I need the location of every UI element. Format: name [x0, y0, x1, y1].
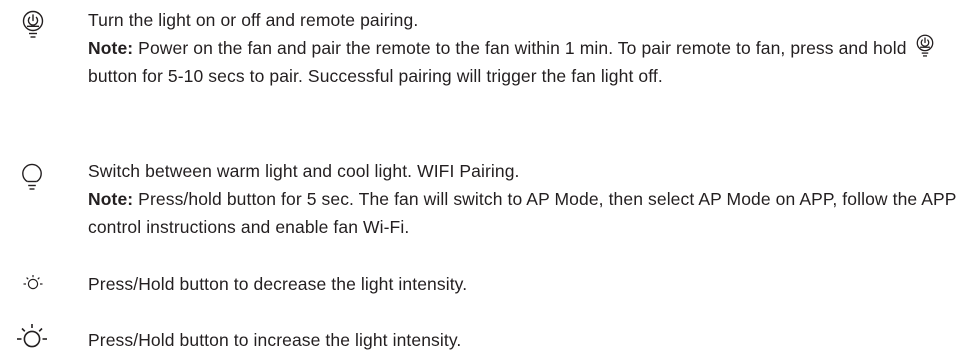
- instruction-text: Press/Hold button to decrease the light …: [88, 270, 963, 298]
- instruction-title: Press/Hold button to increase the light …: [88, 330, 462, 350]
- power-bulb-icon: [916, 34, 933, 57]
- instruction-text: Switch between warm light and cool light…: [88, 157, 963, 241]
- instruction-title: Turn the light on or off and remote pair…: [88, 10, 419, 30]
- power-bulb-icon: [22, 10, 44, 38]
- note-text: Power on the fan and pair the remote to …: [133, 38, 907, 58]
- instruction-text: Press/Hold button to increase the light …: [88, 326, 963, 354]
- instruction-note: Note: Press/hold button for 5 sec. The f…: [88, 185, 963, 241]
- note-text: button for 5-10 secs to pair. Successful…: [88, 66, 663, 86]
- note-text: Press/hold button for 5 sec. The fan wil…: [88, 189, 957, 237]
- instruction-title: Switch between warm light and cool light…: [88, 161, 520, 181]
- sun-small-icon: [23, 275, 43, 290]
- instruction-note: Note: Power on the fan and pair the remo…: [88, 34, 963, 90]
- instruction-text: Turn the light on or off and remote pair…: [88, 6, 963, 90]
- sun-large-icon: [17, 324, 47, 348]
- bulb-icon: [22, 163, 42, 190]
- note-label: Note:: [88, 38, 134, 58]
- note-label: Note:: [88, 189, 134, 209]
- instruction-title: Press/Hold button to decrease the light …: [88, 274, 468, 294]
